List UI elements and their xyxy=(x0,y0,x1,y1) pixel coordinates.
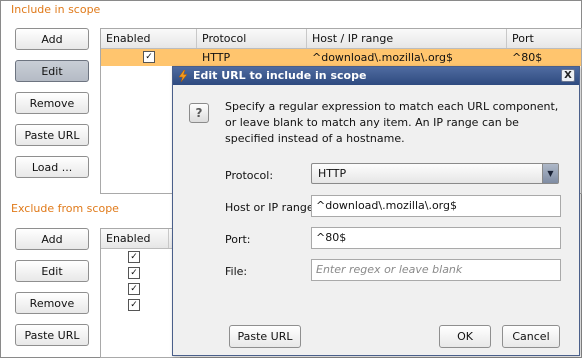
dialog-paste-url-button[interactable]: Paste URL xyxy=(229,325,301,348)
chevron-down-icon[interactable]: ▼ xyxy=(542,164,558,183)
host-field[interactable]: ^download\.mozilla\.org$ xyxy=(311,195,561,217)
port-field[interactable]: ^80$ xyxy=(311,227,561,249)
include-remove-button[interactable]: Remove xyxy=(15,92,89,114)
host-label: Host or IP range: xyxy=(225,201,318,214)
exclude-column-enabled[interactable]: Enabled xyxy=(101,229,169,248)
protocol-select[interactable]: HTTP ▼ xyxy=(311,163,559,184)
row-protocol: HTTP xyxy=(202,51,231,64)
include-paste-url-button[interactable]: Paste URL xyxy=(15,124,89,146)
help-icon: ? xyxy=(189,103,209,123)
file-label: File: xyxy=(225,265,248,278)
exclude-scope-table: Enabled ✓ ✓ ✓ ✓ xyxy=(100,228,180,358)
exclude-remove-button[interactable]: Remove xyxy=(15,292,89,314)
protocol-label: Protocol: xyxy=(225,169,274,182)
column-host[interactable]: Host / IP range xyxy=(307,29,507,48)
port-label: Port: xyxy=(225,233,251,246)
column-port[interactable]: Port xyxy=(507,29,581,48)
row-enabled-checkbox[interactable]: ✓ xyxy=(128,251,140,263)
protocol-select-value: HTTP xyxy=(318,167,347,180)
table-row[interactable]: ✓ xyxy=(101,297,180,314)
row-host: ^download\.mozilla\.org$ xyxy=(312,51,453,64)
dialog-description: Specify a regular expression to match ea… xyxy=(225,100,559,145)
include-scope-title: Include in scope xyxy=(11,3,101,16)
row-enabled-checkbox[interactable]: ✓ xyxy=(128,267,140,279)
row-enabled-checkbox[interactable]: ✓ xyxy=(128,283,140,295)
row-port: ^80$ xyxy=(512,51,543,64)
ok-button[interactable]: OK xyxy=(439,325,491,348)
include-add-button[interactable]: Add xyxy=(15,28,89,50)
exclude-add-button[interactable]: Add xyxy=(15,228,89,250)
table-row[interactable]: ✓ xyxy=(101,265,180,282)
column-enabled[interactable]: Enabled xyxy=(101,29,197,48)
table-row[interactable]: ✓ xyxy=(101,249,180,266)
burp-lightning-icon xyxy=(178,70,188,82)
edit-url-dialog: Edit URL to include in scope X ? Specify… xyxy=(172,66,580,356)
exclude-paste-url-button[interactable]: Paste URL xyxy=(15,324,89,346)
row-enabled-checkbox[interactable]: ✓ xyxy=(128,299,140,311)
dialog-titlebar[interactable]: Edit URL to include in scope X xyxy=(173,67,579,85)
exclude-scope-title: Exclude from scope xyxy=(11,202,119,215)
exclude-edit-button[interactable]: Edit xyxy=(15,260,89,282)
row-enabled-checkbox[interactable]: ✓ xyxy=(143,51,155,63)
include-edit-button[interactable]: Edit xyxy=(15,60,89,82)
close-icon[interactable]: X xyxy=(561,69,575,82)
include-load-button[interactable]: Load ... xyxy=(15,156,89,178)
table-row[interactable]: ✓ HTTP ^download\.mozilla\.org$ ^80$ xyxy=(101,49,581,66)
column-protocol[interactable]: Protocol xyxy=(197,29,307,48)
exclude-table-header: Enabled xyxy=(101,229,180,249)
include-table-header: Enabled Protocol Host / IP range Port xyxy=(101,29,581,49)
file-field[interactable]: Enter regex or leave blank xyxy=(311,259,561,281)
table-row[interactable]: ✓ xyxy=(101,281,180,298)
cancel-button[interactable]: Cancel xyxy=(502,325,560,348)
dialog-title: Edit URL to include in scope xyxy=(193,69,367,82)
